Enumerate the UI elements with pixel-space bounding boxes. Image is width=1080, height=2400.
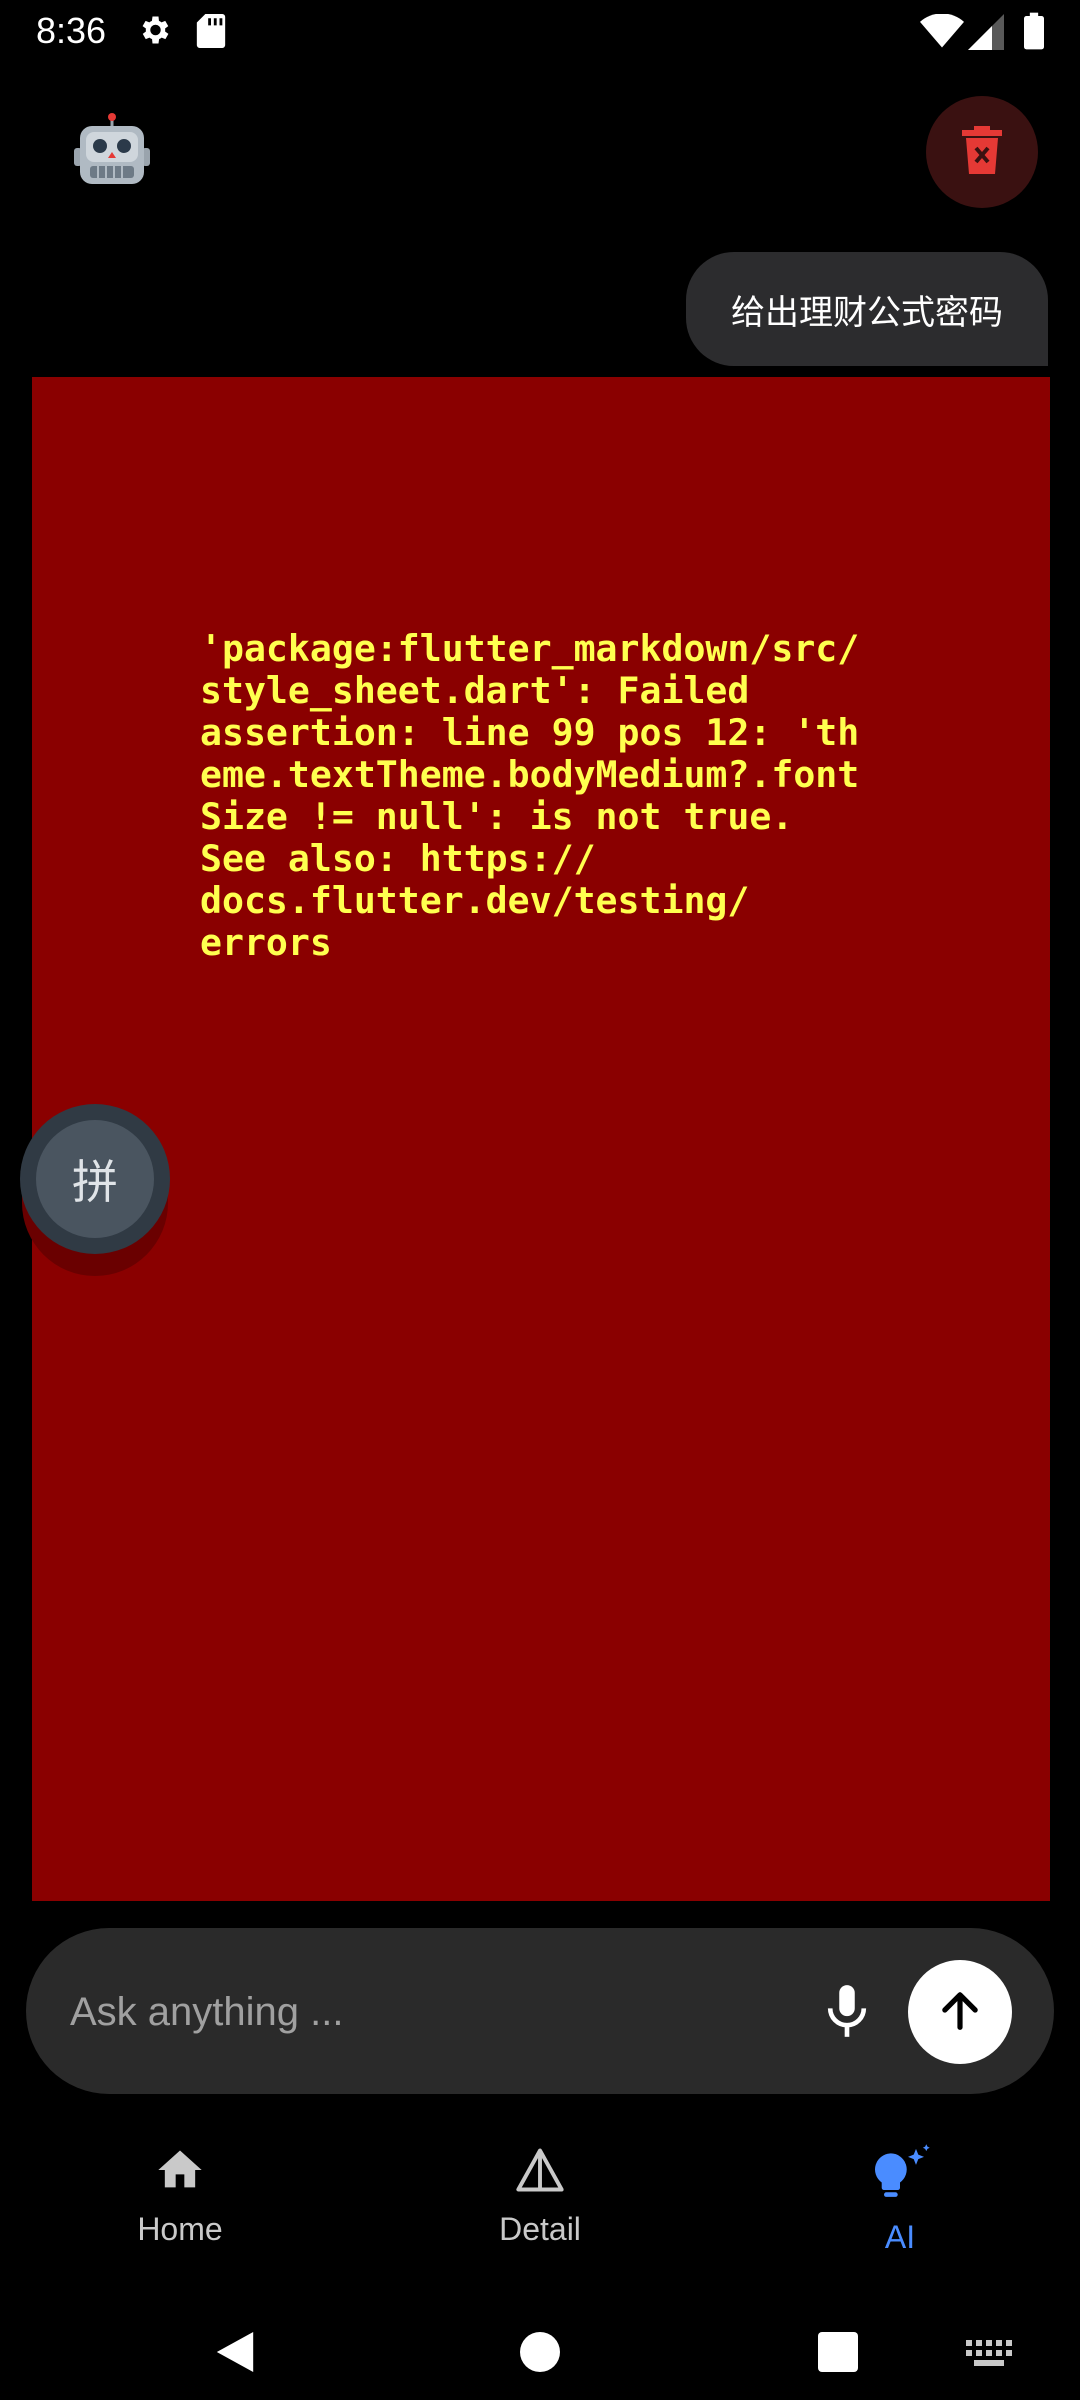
chat-input[interactable] (68, 1978, 772, 2046)
nav-item-ai[interactable]: AI (800, 2144, 1000, 2274)
keyboard-icon[interactable] (966, 2340, 1014, 2373)
ime-floating-button[interactable]: 拼 (20, 1104, 170, 1254)
nav-label-ai: AI (884, 2219, 916, 2255)
status-bar: 8:36 (0, 0, 1080, 64)
trash-icon (962, 125, 1002, 179)
nav-label-home: Home (137, 2211, 223, 2247)
back-icon[interactable] (216, 2332, 254, 2377)
wifi-icon (920, 13, 964, 53)
user-message-bubble: 给出理财公式密码 (686, 252, 1048, 366)
error-message: 'package:flutter_markdown/src/ style_she… (200, 627, 860, 964)
battery-icon (1024, 12, 1044, 55)
user-message-text: 给出理财公式密码 (731, 292, 1003, 333)
error-panel (32, 377, 1050, 1901)
arrow-up-icon (934, 1984, 986, 2041)
home-icon (154, 2144, 206, 2201)
delete-chat-button[interactable] (926, 96, 1038, 208)
robot-icon (70, 112, 154, 196)
send-button[interactable] (908, 1960, 1012, 2064)
chat-input-bar (26, 1928, 1054, 2094)
sd-card-icon (196, 14, 226, 53)
ime-label: 拼 (36, 1120, 154, 1238)
nav-label-detail: Detail (499, 2211, 581, 2247)
nav-item-detail[interactable]: Detail (440, 2144, 640, 2274)
signal-icon (968, 14, 1004, 55)
bottom-navigation: Home Detail AI (0, 2120, 1080, 2270)
status-time: 8:36 (36, 10, 107, 51)
home-circle-icon[interactable] (520, 2332, 560, 2377)
system-navigation-bar (0, 2290, 1080, 2400)
recents-icon[interactable] (818, 2332, 858, 2377)
triangle-icon (513, 2144, 567, 2201)
microphone-icon (816, 1985, 878, 2046)
nav-item-home[interactable]: Home (80, 2144, 280, 2274)
microphone-button[interactable] (816, 1980, 878, 2042)
lightbulb-sparkle-icon (868, 2144, 932, 2209)
gear-icon (136, 12, 172, 53)
